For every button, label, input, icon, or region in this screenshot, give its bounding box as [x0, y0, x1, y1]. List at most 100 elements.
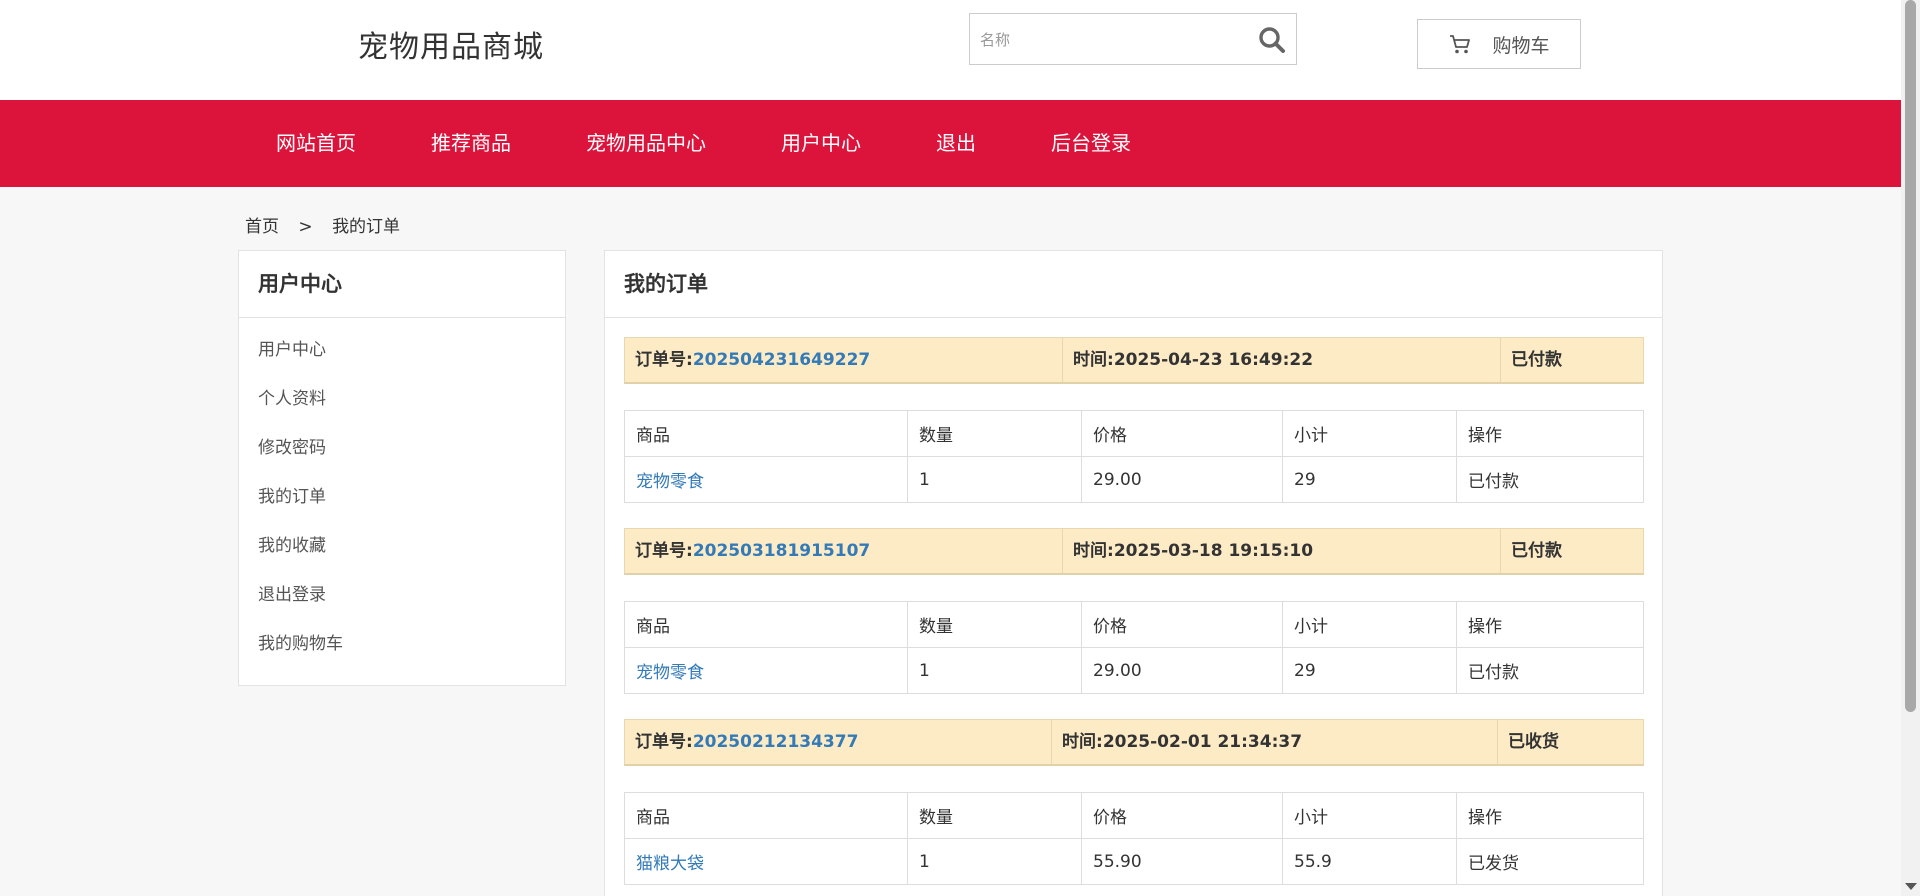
table-row: 猫粮大袋 1 55.90 55.9 已发货 — [624, 838, 1644, 885]
breadcrumb-home[interactable]: 首页 — [245, 217, 279, 237]
quantity-cell: 1 — [907, 838, 1082, 885]
order-status: 已付款 — [1511, 350, 1562, 370]
order-number[interactable]: 20250212134377 — [693, 732, 859, 752]
order-number-label: 订单号: — [635, 732, 693, 752]
order-header: 订单号:20250212134377 时间:2025-02-01 21:34:3… — [624, 719, 1644, 766]
subtotal-cell: 55.9 — [1282, 838, 1457, 885]
column-header-price: 价格 — [1081, 410, 1283, 457]
product-cell: 宠物零食 — [624, 456, 908, 503]
order-items-table: 商品 数量 价格 小计 操作 猫粮大袋 1 55.90 55.9 已发货 — [624, 792, 1644, 885]
column-header-quantity: 数量 — [907, 410, 1082, 457]
column-header-price: 价格 — [1081, 601, 1283, 648]
order-time: 2025-02-01 21:34:37 — [1102, 732, 1303, 752]
order-header: 订单号:202503181915107 时间:2025-03-18 19:15:… — [624, 528, 1644, 575]
column-header-action: 操作 — [1456, 410, 1644, 457]
nav-item-home[interactable]: 网站首页 — [276, 100, 356, 187]
column-header-subtotal: 小计 — [1282, 601, 1457, 648]
sidebar-item-my-orders[interactable]: 我的订单 — [239, 473, 565, 522]
breadcrumb-current: 我的订单 — [332, 217, 401, 237]
quantity-cell: 1 — [907, 647, 1082, 694]
search-box — [969, 13, 1297, 65]
order-number-cell: 订单号:20250212134377 — [625, 720, 1052, 764]
nav-item-admin-login[interactable]: 后台登录 — [1051, 100, 1131, 187]
sidebar: 用户中心 用户中心 个人资料 修改密码 我的订单 我的收藏 退出登录 我的购物车 — [238, 250, 566, 686]
site-title[interactable]: 宠物用品商城 — [358, 22, 544, 66]
page-title: 我的订单 — [605, 251, 1662, 318]
order-time-cell: 时间:2025-02-01 21:34:37 — [1052, 720, 1498, 764]
order-number-label: 订单号: — [635, 350, 693, 370]
product-link[interactable]: 宠物零食 — [636, 663, 704, 683]
cart-label: 购物车 — [1492, 34, 1550, 57]
subtotal-cell: 29 — [1282, 647, 1457, 694]
nav-item-user-center[interactable]: 用户中心 — [781, 100, 861, 187]
order-status: 已付款 — [1511, 541, 1562, 561]
main-nav: 网站首页 推荐商品 宠物用品中心 用户中心 退出 后台登录 — [0, 100, 1901, 187]
column-header-price: 价格 — [1081, 792, 1283, 839]
table-header-row: 商品 数量 价格 小计 操作 — [624, 792, 1644, 839]
price-cell: 29.00 — [1081, 647, 1283, 694]
order-number[interactable]: 202503181915107 — [693, 541, 870, 561]
column-header-subtotal: 小计 — [1282, 792, 1457, 839]
breadcrumb: 首页 > 我的订单 — [245, 212, 414, 237]
cart-button[interactable]: 购物车 — [1417, 19, 1581, 69]
nav-item-logout[interactable]: 退出 — [936, 100, 976, 187]
order-block: 订单号:202503181915107 时间:2025-03-18 19:15:… — [624, 528, 1644, 694]
column-header-quantity: 数量 — [907, 601, 1082, 648]
sidebar-item-profile[interactable]: 个人资料 — [239, 375, 565, 424]
sidebar-item-sign-out[interactable]: 退出登录 — [239, 571, 565, 620]
product-link[interactable]: 猫粮大袋 — [636, 854, 704, 874]
order-block: 订单号:202504231649227 时间:2025-04-23 16:49:… — [624, 337, 1644, 503]
scrollbar-thumb[interactable] — [1905, 0, 1916, 712]
order-time: 2025-04-23 16:49:22 — [1113, 350, 1314, 370]
breadcrumb-separator: > — [298, 217, 313, 237]
nav-item-recommended[interactable]: 推荐商品 — [431, 100, 511, 187]
order-number[interactable]: 202504231649227 — [693, 350, 870, 370]
order-number-cell: 订单号:202504231649227 — [625, 338, 1063, 382]
nav-item-pet-supplies[interactable]: 宠物用品中心 — [586, 100, 706, 187]
scroll-down-arrow-icon[interactable] — [1905, 883, 1917, 890]
action-cell: 已付款 — [1456, 647, 1644, 694]
product-cell: 宠物零食 — [624, 647, 908, 694]
order-block: 订单号:20250212134377 时间:2025-02-01 21:34:3… — [624, 719, 1644, 885]
order-status: 已收货 — [1508, 732, 1559, 752]
sidebar-list: 用户中心 个人资料 修改密码 我的订单 我的收藏 退出登录 我的购物车 — [239, 318, 565, 669]
order-time: 2025-03-18 19:15:10 — [1113, 541, 1314, 561]
column-header-subtotal: 小计 — [1282, 410, 1457, 457]
order-header: 订单号:202504231649227 时间:2025-04-23 16:49:… — [624, 337, 1644, 384]
order-time-label: 时间: — [1073, 350, 1114, 370]
site-header: 宠物用品商城 购物车 — [0, 0, 1901, 100]
price-cell: 55.90 — [1081, 838, 1283, 885]
product-cell: 猫粮大袋 — [624, 838, 908, 885]
orders-panel: 我的订单 订单号:202504231649227 时间:2025-04-23 1… — [604, 250, 1663, 896]
price-cell: 29.00 — [1081, 456, 1283, 503]
order-number-label: 订单号: — [635, 541, 693, 561]
column-header-action: 操作 — [1456, 601, 1644, 648]
order-time-cell: 时间:2025-04-23 16:49:22 — [1063, 338, 1501, 382]
table-header-row: 商品 数量 价格 小计 操作 — [624, 410, 1644, 457]
table-row: 宠物零食 1 29.00 29 已付款 — [624, 456, 1644, 503]
sidebar-item-user-center[interactable]: 用户中心 — [239, 326, 565, 375]
table-row: 宠物零食 1 29.00 29 已付款 — [624, 647, 1644, 694]
shopping-cart-icon — [1448, 32, 1472, 56]
column-header-action: 操作 — [1456, 792, 1644, 839]
column-header-product: 商品 — [624, 792, 908, 839]
product-link[interactable]: 宠物零食 — [636, 472, 704, 492]
table-header-row: 商品 数量 价格 小计 操作 — [624, 601, 1644, 648]
order-time-cell: 时间:2025-03-18 19:15:10 — [1063, 529, 1501, 573]
quantity-cell: 1 — [907, 456, 1082, 503]
order-time-label: 时间: — [1073, 541, 1114, 561]
action-cell: 已发货 — [1456, 838, 1644, 885]
column-header-product: 商品 — [624, 601, 908, 648]
page-scrollbar[interactable] — [1901, 0, 1920, 896]
order-items-table: 商品 数量 价格 小计 操作 宠物零食 1 29.00 29 已付款 — [624, 601, 1644, 694]
order-items-table: 商品 数量 价格 小计 操作 宠物零食 1 29.00 29 已付款 — [624, 410, 1644, 503]
sidebar-item-my-cart[interactable]: 我的购物车 — [239, 620, 565, 669]
column-header-quantity: 数量 — [907, 792, 1082, 839]
subtotal-cell: 29 — [1282, 456, 1457, 503]
sidebar-item-change-password[interactable]: 修改密码 — [239, 424, 565, 473]
search-icon[interactable] — [1258, 26, 1286, 54]
search-input[interactable] — [980, 26, 1230, 54]
sidebar-item-favorites[interactable]: 我的收藏 — [239, 522, 565, 571]
sidebar-title: 用户中心 — [239, 251, 565, 318]
column-header-product: 商品 — [624, 410, 908, 457]
